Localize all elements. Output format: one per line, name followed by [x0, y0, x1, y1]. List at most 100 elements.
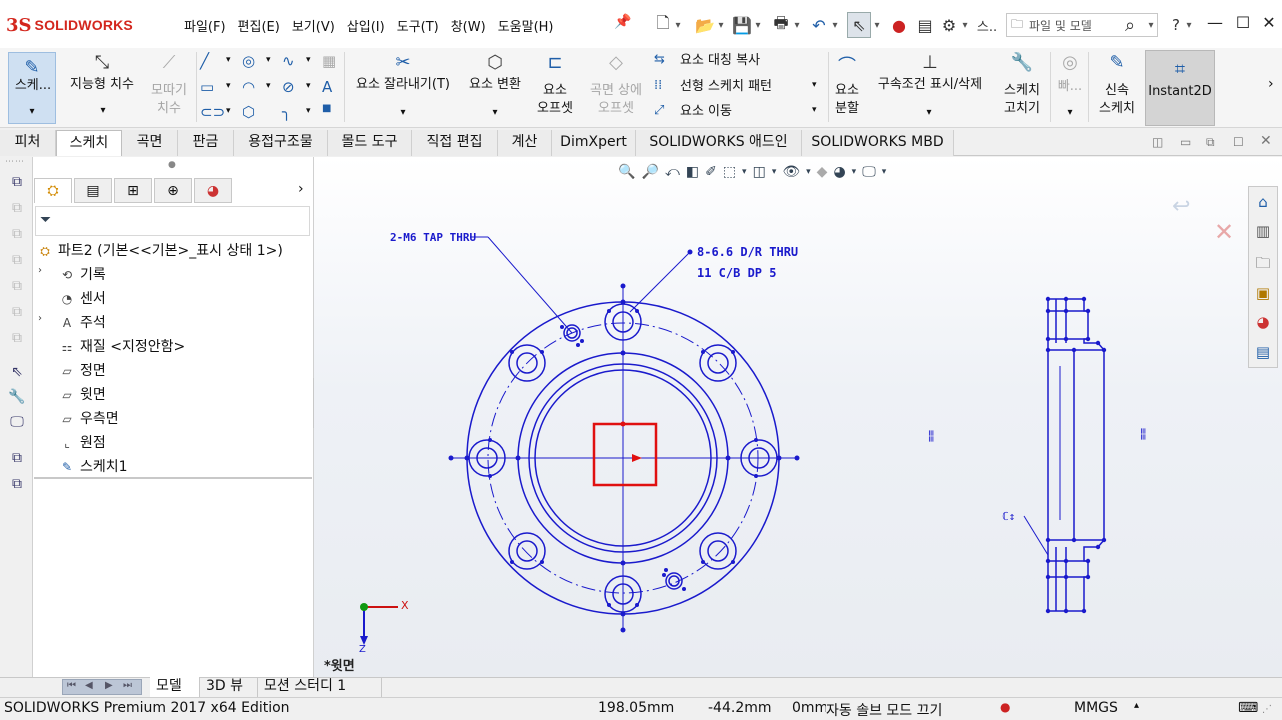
ellipse-icon[interactable]: ⊘ [282, 78, 295, 96]
restore-down-icon[interactable]: ◫ [1152, 135, 1163, 149]
minimize-document-icon[interactable]: ▭ [1180, 135, 1191, 149]
minimize-button[interactable]: — [1204, 10, 1226, 36]
chevron-down-icon[interactable]: ▾ [960, 12, 970, 38]
select-icon[interactable]: ⇖ [6, 364, 28, 384]
tab-motion-study[interactable]: 모션 스터디 1 [258, 677, 382, 697]
trim-entities-button[interactable]: ✂ 요소 잘라내기(T) ▾ [348, 52, 458, 122]
menu-insert[interactable]: 삽입(I) [341, 14, 391, 37]
tree-item-top-plane[interactable]: ▱ 윗면 [58, 384, 105, 404]
rectangle-icon[interactable]: ▭ [200, 78, 214, 96]
last-tab-icon[interactable]: ⏭ [123, 680, 132, 691]
split-entities-button[interactable]: ⌒ 요소 분할 [830, 52, 864, 122]
tree-item-material[interactable]: ⚏ 재질 <지정안함> [58, 336, 186, 356]
selected-rectangle[interactable] [592, 422, 658, 487]
close-document-x-icon[interactable]: ✕ [1260, 133, 1272, 149]
new-document-icon[interactable]: 🗋 [652, 12, 674, 38]
featuremanager-tab[interactable]: ⛭ [34, 178, 72, 203]
sketch-button[interactable]: ✎ 스케... ▾ [8, 52, 56, 124]
resize-grip-icon[interactable]: ⋰ [1262, 704, 1272, 715]
display-delete-relations-button[interactable]: ⊥ 구속조건 표시/삭제 ▾ [866, 52, 994, 122]
tree-item-origin[interactable]: ⌞ 원점 [58, 432, 106, 452]
offset-entities-button[interactable]: ⊏ 요소 오프셋 [532, 52, 578, 122]
quick-access-more[interactable]: 스.. [974, 12, 1000, 38]
chevron-down-icon[interactable]: ▾ [1146, 12, 1156, 38]
tile-icon[interactable]: ⧉ [1206, 135, 1215, 150]
tree-item-sensors[interactable]: ◔ 센서 [58, 288, 106, 308]
chevron-down-icon[interactable]: ▾ [226, 55, 231, 65]
layer-icon[interactable]: ⧉ [6, 278, 28, 298]
chevron-down-icon[interactable]: ▾ [266, 55, 271, 65]
pin-icon[interactable]: 📌 [614, 14, 631, 30]
text-icon[interactable]: A [322, 78, 332, 96]
tab-weldments[interactable]: 용접구조물 [234, 130, 328, 156]
stack-icon[interactable]: ⧉ [6, 476, 28, 496]
layer-icon[interactable]: ⧉ [6, 304, 28, 324]
view-palette-icon[interactable]: ▣ [1251, 281, 1275, 305]
tap-hole-note[interactable]: 2-M6 TAP THRU [390, 231, 476, 244]
chevron-down-icon[interactable]: ▾ [306, 55, 311, 65]
solidworks-logo[interactable]: 3S SOLIDWORKS [6, 12, 133, 38]
dimxpertmanager-tab[interactable]: ⊕ [154, 178, 192, 203]
tree-item-sketch1[interactable]: ✎ 스케치1 [58, 456, 128, 476]
rebuild-status-icon[interactable]: ● [1000, 700, 1010, 714]
chevron-right-icon[interactable]: › [1268, 76, 1274, 92]
undo-icon[interactable]: ↶ [808, 12, 830, 38]
point-icon[interactable]: ■ [322, 103, 331, 114]
tab-3d-views[interactable]: 3D 뷰 [200, 677, 258, 697]
tab-dimxpert[interactable]: DimXpert [552, 130, 636, 156]
chevron-up-icon[interactable]: ▴ [1134, 700, 1139, 711]
counterbore-note-line2[interactable]: 11 C/B DP 5 [697, 266, 776, 280]
chevron-down-icon[interactable]: ▾ [716, 12, 726, 38]
grid-icon[interactable]: ▦ [322, 52, 336, 70]
save-icon[interactable]: 💾 [731, 12, 753, 38]
slot-icon[interactable]: ⊂⊃ [200, 103, 225, 121]
tab-features[interactable]: 피처 [0, 130, 56, 156]
propertymanager-tab[interactable]: ▤ [74, 178, 112, 203]
move-entities-button[interactable]: ⤢ 요소 이동 ▾ [654, 103, 824, 125]
layer-icon[interactable]: ⧉ [6, 226, 28, 246]
help-button[interactable]: ? [1168, 12, 1184, 38]
circle-icon[interactable]: ◎ [242, 52, 255, 70]
open-file-icon[interactable]: 📂 [694, 12, 716, 38]
menu-window[interactable]: 창(W) [445, 14, 492, 37]
wrench-icon[interactable]: 🔧 [6, 389, 28, 409]
3d-sketch-icon[interactable]: ⧉ [6, 174, 28, 194]
displaymanager-tab[interactable]: ◕ [194, 178, 232, 203]
quick-snaps-button[interactable]: ◎ 빠... ▾ [1054, 52, 1086, 122]
monitor-icon[interactable]: 🖵 [6, 414, 28, 434]
search-input[interactable]: 파일 및 모델 [1029, 17, 1092, 34]
next-tab-icon[interactable]: ▶ [105, 680, 113, 691]
polygon-icon[interactable]: ⬡ [242, 103, 255, 121]
close-document-icon[interactable]: ☐ [1233, 135, 1244, 149]
rebuild-traffic-light-icon[interactable]: ● [890, 12, 908, 38]
menu-help[interactable]: 도움말(H) [492, 14, 560, 37]
solve-mode-status[interactable]: 자동 솔브 모드 끄기 [826, 700, 942, 720]
chevron-down-icon[interactable]: ▾ [792, 12, 802, 38]
tab-surfaces[interactable]: 곡면 [122, 130, 178, 156]
tab-mbd[interactable]: SOLIDWORKS MBD [802, 130, 954, 156]
rollback-bar[interactable] [34, 477, 312, 479]
chevron-down-icon[interactable]: ▾ [266, 81, 271, 91]
menu-tools[interactable]: 도구(T) [391, 14, 445, 37]
tab-sheet-metal[interactable]: 판금 [178, 130, 234, 156]
design-library-icon[interactable]: ▥ [1251, 219, 1275, 243]
linear-pattern-button[interactable]: ⁞⁞ 선형 스케치 패턴 ▾ [654, 78, 824, 100]
expand-arrow-icon[interactable]: › [38, 265, 42, 276]
tree-item-right-plane[interactable]: ▱ 우측면 [58, 408, 118, 428]
mirror-entities-button[interactable]: ⇆ 요소 대칭 복사 [654, 52, 824, 74]
tab-scroll-buttons[interactable]: ⏮ ◀ ▶ ⏭ [62, 679, 142, 695]
print-icon[interactable]: 🖶 [770, 12, 792, 38]
layer-icon[interactable]: ⧉ [6, 252, 28, 272]
tree-filter[interactable]: ⏷ [35, 206, 310, 236]
sketch-fillet-icon[interactable]: ╮ [282, 103, 291, 121]
chevron-right-icon[interactable]: › [298, 181, 304, 197]
status-info-icon[interactable]: ⌨ [1238, 700, 1258, 716]
menu-view[interactable]: 보기(V) [286, 14, 341, 37]
home-icon[interactable]: ⌂ [1251, 190, 1275, 214]
tab-addins[interactable]: SOLIDWORKS 애드인 [636, 130, 802, 156]
menu-edit[interactable]: 편집(E) [232, 14, 286, 37]
select-pointer-icon[interactable]: ⇖ [847, 12, 871, 38]
tab-direct-editing[interactable]: 직접 편집 [412, 130, 498, 156]
chevron-down-icon[interactable]: ▾ [306, 81, 311, 91]
rapid-sketch-button[interactable]: ✎ 신속 스케치 [1092, 52, 1142, 122]
